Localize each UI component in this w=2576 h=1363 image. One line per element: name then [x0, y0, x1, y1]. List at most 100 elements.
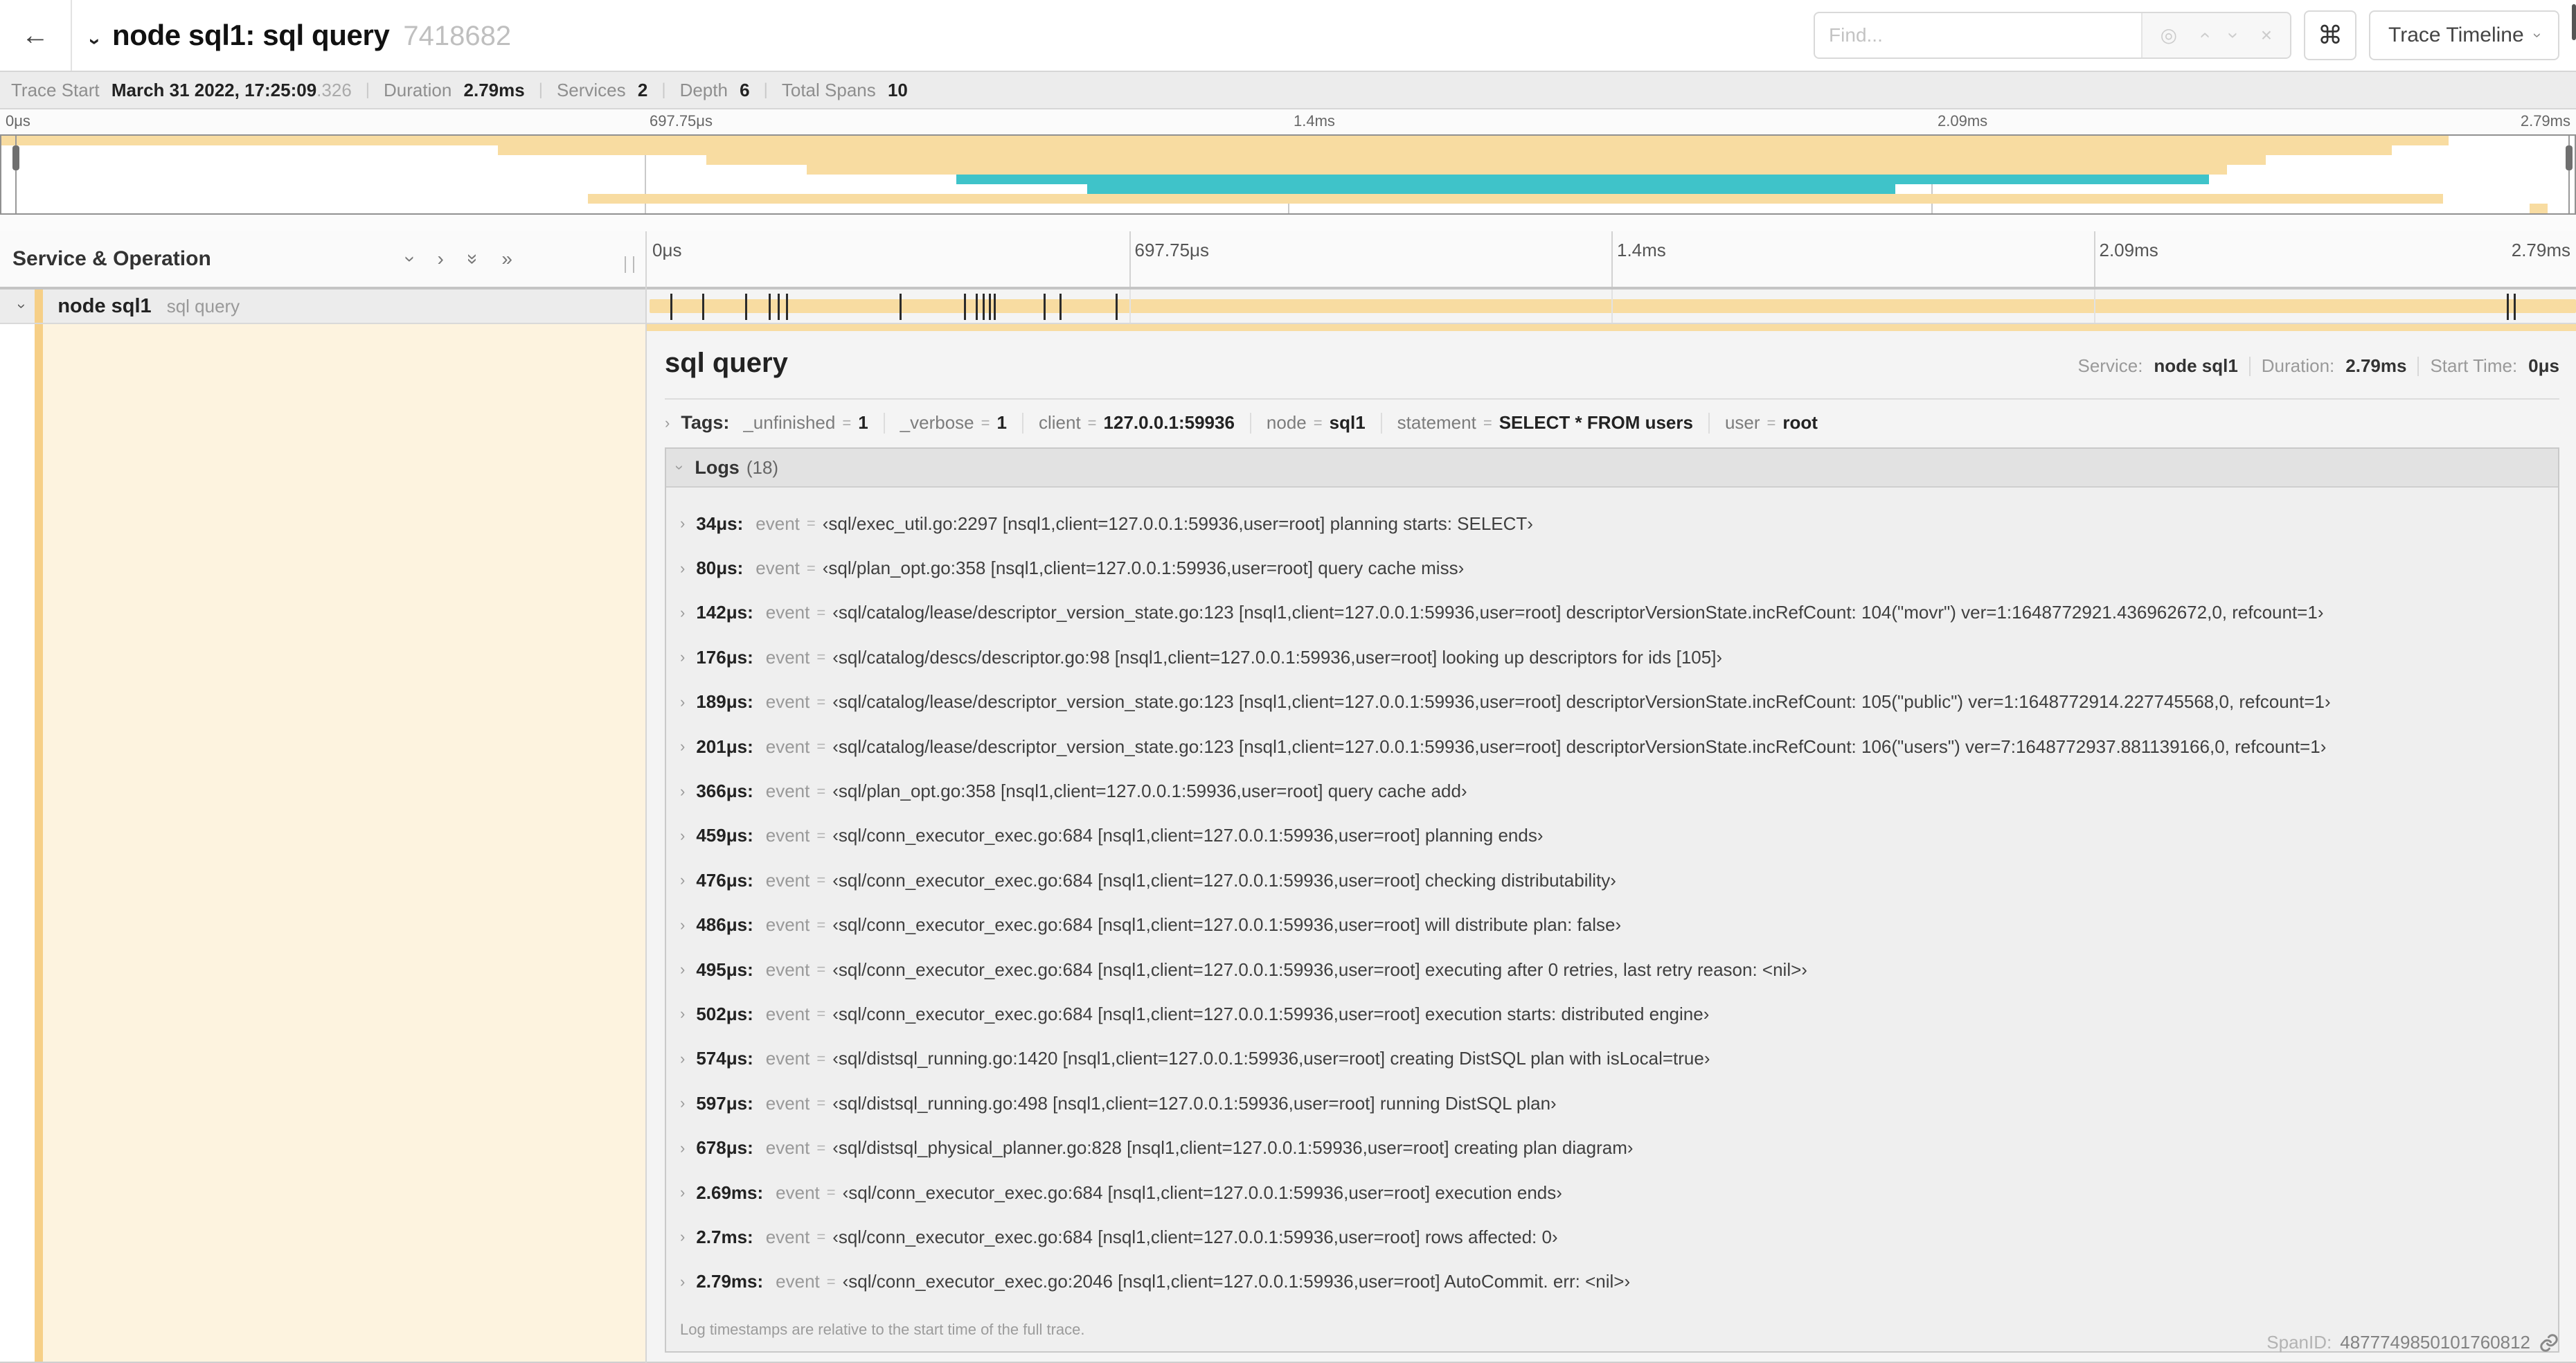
start-time-label: Start Time: — [2430, 355, 2518, 376]
chevron-down-icon: › — [2529, 33, 2547, 38]
ruler-tick-label: 1.4ms — [1294, 112, 1335, 130]
span-meta: Service: node sql1 Duration: 2.79ms Start … — [2078, 355, 2560, 377]
chevron-right-icon: › — [680, 916, 686, 934]
log-row[interactable]: › 502μs: event = ‹sql/conn_executor_exec.go:… — [666, 992, 2558, 1036]
scrubber-grip[interactable] — [12, 145, 20, 170]
keyboard-shortcuts-button[interactable]: ⌘ — [2304, 10, 2357, 60]
log-row[interactable]: › 476μs: event = ‹sql/conn_executor_exec.go:… — [666, 858, 2558, 902]
grid-line — [1129, 289, 1131, 323]
tags-list: _unfinished = 1 _verbose = 1 client = 127.0.0.1:… — [743, 412, 1818, 434]
back-button[interactable]: ← — [0, 0, 72, 71]
view-selector-button[interactable]: Trace Timeline › — [2369, 10, 2559, 60]
scrollbar-thumb[interactable] — [2572, 4, 2576, 40]
minimap-canvas[interactable] — [0, 134, 2576, 215]
divider — [2417, 356, 2420, 376]
logs-count: (18) — [746, 456, 779, 478]
prev-match-icon[interactable]: › — [2193, 32, 2215, 38]
column-divider[interactable] — [645, 231, 647, 1363]
log-row[interactable]: › 2.7ms: event = ‹sql/conn_executor_exec.go:… — [666, 1215, 2558, 1259]
trace-title: node sql1: sql query — [112, 19, 390, 51]
chevron-right-icon: › — [680, 1272, 686, 1290]
grid-line — [2093, 231, 2095, 287]
divider — [883, 412, 885, 434]
log-row[interactable]: › 142μs: event = ‹sql/catalog/lease/descript… — [666, 591, 2558, 635]
view-selector-label: Trace Timeline — [2388, 24, 2524, 46]
chevron-right-icon: › — [680, 603, 686, 621]
service-color-strip — [35, 324, 43, 1362]
log-row[interactable]: › 678μs: event = ‹sql/distsql_physical_plann… — [666, 1125, 2558, 1170]
log-tick-mark — [964, 294, 967, 320]
log-row[interactable]: › 459μs: event = ‹sql/conn_executor_exec.go:… — [666, 814, 2558, 858]
chevron-right-icon: › — [680, 515, 686, 533]
log-row[interactable]: › 486μs: event = ‹sql/conn_executor_exec.go:… — [666, 903, 2558, 947]
log-tick-mark — [701, 294, 704, 320]
collapse-all-icon[interactable]: » — [463, 253, 484, 265]
log-row[interactable]: › 201μs: event = ‹sql/catalog/lease/descript… — [666, 724, 2558, 769]
log-row[interactable]: › 495μs: event = ‹sql/conn_executor_exec.go:… — [666, 947, 2558, 992]
ruler-tick-label: 2.09ms — [2099, 240, 2158, 260]
locate-icon[interactable]: ◎ — [2161, 26, 2177, 45]
log-row[interactable]: › 366μs: event = ‹sql/plan_opt.go:358 [nsql1… — [666, 769, 2558, 813]
logs-header[interactable]: › Logs (18) — [666, 449, 2558, 488]
clear-search-icon[interactable]: × — [2261, 26, 2272, 45]
grid-line — [1611, 289, 1613, 323]
log-row[interactable]: › 2.79ms: event = ‹sql/conn_executor_exec.go… — [666, 1260, 2558, 1304]
log-tick-mark — [2507, 294, 2509, 320]
divider — [1708, 412, 1710, 434]
span-bar[interactable] — [650, 299, 2576, 313]
chevron-right-icon: › — [680, 782, 686, 800]
chevron-down-icon: › — [671, 465, 689, 470]
expand-one-icon[interactable]: › — [438, 249, 444, 269]
scrubber-grip[interactable] — [2565, 145, 2573, 170]
log-tick-mark — [1059, 294, 1062, 320]
meta-item: Trace Start March 31 2022, 17:25:09.326 — [11, 79, 352, 100]
tag-node: node = sql1 — [1266, 412, 1366, 433]
span-row[interactable]: › node sql1 sql query — [0, 289, 2576, 324]
log-tick-mark — [994, 294, 996, 320]
grid-line — [2093, 289, 2095, 323]
next-match-icon[interactable]: › — [2224, 32, 2245, 38]
divider: | — [763, 80, 768, 99]
column-resize-grip[interactable] — [625, 256, 634, 273]
ruler-tick-label: 2.09ms — [1938, 112, 1988, 130]
span-id-footer: SpanID: 4877749850101760812 — [2266, 1332, 2559, 1353]
log-row[interactable]: › 34μs: event = ‹sql/exec_util.go:2297 [nsql… — [666, 501, 2558, 546]
expand-all-icon[interactable]: » — [501, 249, 512, 269]
log-tick-mark — [989, 294, 992, 320]
collapse-one-icon[interactable]: › — [400, 256, 422, 262]
minimap-span-bar — [2529, 204, 2548, 213]
trace-title-group[interactable]: › node sql1: sql query 7418682 — [84, 19, 511, 52]
chevron-right-icon: › — [680, 738, 686, 756]
log-row[interactable]: › 597μs: event = ‹sql/distsql_running.go:498… — [666, 1081, 2558, 1125]
span-id-label: SpanID: — [2266, 1332, 2332, 1353]
timeline-ruler: 0μs 697.75μs 1.4ms 2.09ms 2.79ms — [647, 231, 2576, 287]
trace-timeline-page: ← › node sql1: sql query 7418682 ◎ › › ×… — [0, 0, 2576, 1363]
chevron-right-icon: › — [680, 559, 686, 577]
log-tick-mark — [670, 294, 672, 320]
span-accent-bar — [647, 324, 2576, 331]
service-name: node sql1 — [57, 294, 152, 317]
log-row[interactable]: › 176μs: event = ‹sql/catalog/descs/descript… — [666, 635, 2558, 679]
link-icon[interactable] — [2539, 1333, 2559, 1353]
start-time-value: 0μs — [2528, 355, 2559, 376]
left-scrubber[interactable] — [12, 136, 20, 213]
right-scrubber[interactable] — [2565, 136, 2573, 213]
span-row-label[interactable]: › node sql1 sql query — [0, 289, 645, 323]
log-tick-mark — [744, 294, 747, 320]
chevron-right-icon: › — [680, 648, 686, 666]
duration-label: Duration: — [2261, 355, 2335, 376]
log-row[interactable]: › 80μs: event = ‹sql/plan_opt.go:358 [nsql1,… — [666, 546, 2558, 590]
log-row[interactable]: › 574μs: event = ‹sql/distsql_running.go:142… — [666, 1037, 2558, 1081]
timeline-minimap: 0μs 697.75μs 1.4ms 2.09ms 2.79ms — [0, 109, 2576, 231]
log-tick-mark — [2514, 294, 2516, 320]
log-row[interactable]: › 2.69ms: event = ‹sql/conn_executor_exec.go… — [666, 1170, 2558, 1215]
divider — [1021, 412, 1023, 434]
tag-user: user = root — [1724, 412, 1818, 433]
log-row[interactable]: › 189μs: event = ‹sql/catalog/lease/descript… — [666, 680, 2558, 724]
tags-row[interactable]: › Tags: _unfinished = 1 _verbose = 1 client = 12… — [665, 412, 2559, 434]
trace-meta-bar: Trace Start March 31 2022, 17:25:09.326 |… — [0, 71, 2576, 109]
span-row-timeline[interactable] — [647, 289, 2576, 323]
log-tick-mark — [976, 294, 978, 320]
find-input[interactable] — [1815, 13, 2141, 57]
chevron-down-icon[interactable]: › — [13, 303, 31, 308]
